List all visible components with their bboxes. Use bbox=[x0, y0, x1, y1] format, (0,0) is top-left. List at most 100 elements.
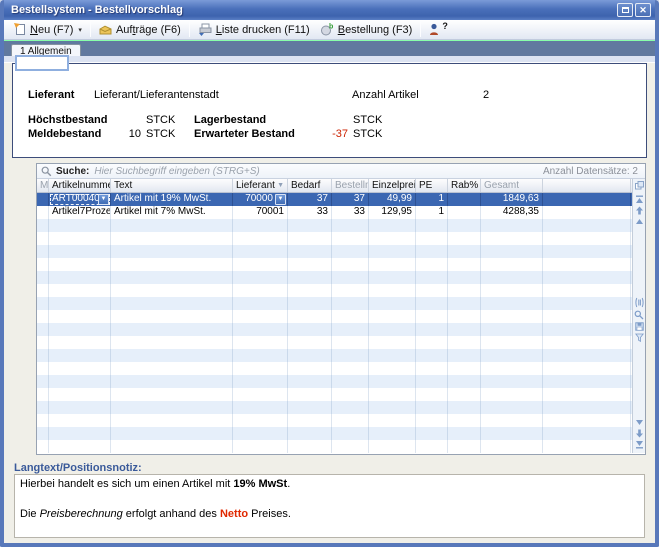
table-row-empty[interactable] bbox=[37, 401, 632, 414]
table-row-empty[interactable] bbox=[37, 323, 632, 336]
search-label: Suche: bbox=[56, 166, 89, 177]
cell-filler bbox=[543, 440, 631, 453]
cell-lieferant bbox=[233, 414, 288, 427]
column-header-text[interactable]: Text bbox=[111, 179, 233, 192]
langtext-box[interactable]: Hierbei handelt es sich um einen Artikel… bbox=[14, 474, 645, 538]
table-row-empty[interactable] bbox=[37, 284, 632, 297]
cell-gesamt bbox=[481, 362, 543, 375]
grid-columns-area: MArtikelnummerTextLieferant▼BedarfBestel… bbox=[37, 179, 632, 453]
export-icon[interactable] bbox=[635, 322, 644, 331]
filter-input[interactable] bbox=[15, 55, 69, 71]
cell-artikelnummer: Artikel7Prozent bbox=[49, 206, 111, 219]
column-header-gesamt[interactable]: Gesamt bbox=[481, 179, 543, 192]
cell-rab bbox=[448, 284, 481, 297]
cell-lieferant bbox=[233, 362, 288, 375]
cell-rab bbox=[448, 336, 481, 349]
column-header-m[interactable]: M bbox=[37, 179, 49, 192]
cell-rab bbox=[448, 219, 481, 232]
cell-pe bbox=[416, 245, 448, 258]
cell-artikelnummer bbox=[49, 336, 111, 349]
cell-filler bbox=[543, 427, 631, 440]
cell-pe: 1 bbox=[416, 206, 448, 219]
liste-drucken-button[interactable]: Liste drucken (F11) bbox=[193, 21, 315, 39]
grid-search-icon[interactable] bbox=[634, 310, 644, 320]
cell-m bbox=[37, 414, 49, 427]
dropdown-button[interactable]: ▼ bbox=[98, 194, 109, 205]
cell-m bbox=[37, 375, 49, 388]
table-row-empty[interactable] bbox=[37, 271, 632, 284]
cell-einzelpreis: 129,95 bbox=[369, 206, 416, 219]
scroll-down-icon[interactable] bbox=[635, 418, 644, 427]
cell-bestellmenge bbox=[332, 310, 369, 323]
meldebestand-value: 10 bbox=[65, 128, 141, 140]
table-row-empty[interactable] bbox=[37, 310, 632, 323]
table-row[interactable]: ART00040▼Artikel mit 19% MwSt.70000▼3737… bbox=[37, 193, 632, 206]
neu-label: Neu (F7) bbox=[30, 24, 73, 36]
table-row-empty[interactable] bbox=[37, 414, 632, 427]
erwarteter-bestand-label: Erwarteter Bestand bbox=[194, 128, 295, 140]
column-header-bedarf[interactable]: Bedarf bbox=[288, 179, 332, 192]
table-row-empty[interactable] bbox=[37, 219, 632, 232]
scroll-up-icon[interactable] bbox=[635, 217, 644, 226]
table-row-empty[interactable] bbox=[37, 232, 632, 245]
first-record-icon[interactable] bbox=[635, 195, 644, 204]
chevron-down-icon[interactable]: ▾ bbox=[78, 26, 82, 34]
table-row-empty[interactable] bbox=[37, 245, 632, 258]
auftraege-button[interactable]: Aufträge (F6) bbox=[94, 21, 186, 39]
cell-lieferant bbox=[233, 297, 288, 310]
cell-gesamt: 4288,35 bbox=[481, 206, 543, 219]
cell-gesamt bbox=[481, 440, 543, 453]
cell-text: Artikel mit 7% MwSt. bbox=[111, 206, 233, 219]
cell-filler bbox=[543, 375, 631, 388]
cell-artikelnummer bbox=[49, 258, 111, 271]
dropdown-button[interactable]: ▼ bbox=[275, 194, 286, 205]
table-row-empty[interactable] bbox=[37, 388, 632, 401]
cell-gesamt bbox=[481, 310, 543, 323]
cell-rab bbox=[448, 310, 481, 323]
help-button[interactable]: ? bbox=[424, 21, 455, 39]
cell-rab bbox=[448, 258, 481, 271]
last-record-icon[interactable] bbox=[635, 440, 644, 449]
lieferant-label: Lieferant bbox=[28, 89, 74, 101]
bestellung-label: Bestellung (F3) bbox=[338, 24, 413, 36]
cell-rab bbox=[448, 440, 481, 453]
anzahl-artikel-label: Anzahl Artikel bbox=[352, 89, 419, 101]
cell-einzelpreis bbox=[369, 284, 416, 297]
cell-rab bbox=[448, 297, 481, 310]
table-row-empty[interactable] bbox=[37, 336, 632, 349]
cell-pe bbox=[416, 232, 448, 245]
grid-side-toolbar bbox=[632, 179, 645, 453]
bestellung-button[interactable]: b Bestellung (F3) bbox=[315, 21, 418, 39]
search-bar[interactable]: Suche: Hier Suchbegriff eingeben (STRG+S… bbox=[37, 164, 645, 179]
cell-lieferant bbox=[233, 336, 288, 349]
neu-button[interactable]: Neu (F7) ▾ bbox=[9, 21, 87, 39]
move-up-icon[interactable] bbox=[635, 206, 644, 215]
table-row-empty[interactable] bbox=[37, 427, 632, 440]
cell-pe bbox=[416, 362, 448, 375]
table-row[interactable]: Artikel7ProzentArtikel mit 7% MwSt.70001… bbox=[37, 206, 632, 219]
column-header-einzelpreis[interactable]: Einzelpreis bbox=[369, 179, 416, 192]
table-row-empty[interactable] bbox=[37, 258, 632, 271]
cell-gesamt bbox=[481, 349, 543, 362]
cell-filler bbox=[543, 349, 631, 362]
fit-columns-icon[interactable] bbox=[635, 297, 644, 308]
column-header-filler[interactable] bbox=[543, 179, 631, 192]
column-chooser-icon[interactable] bbox=[635, 181, 644, 190]
table-row-empty[interactable] bbox=[37, 362, 632, 375]
cell-bestellmenge bbox=[332, 336, 369, 349]
column-header-lieferant[interactable]: Lieferant▼ bbox=[233, 179, 288, 192]
column-header-artikelnummer[interactable]: Artikelnummer bbox=[49, 179, 111, 192]
table-row-empty[interactable] bbox=[37, 375, 632, 388]
column-header-pe[interactable]: PE bbox=[416, 179, 448, 192]
filter-icon[interactable] bbox=[635, 333, 644, 342]
restore-button[interactable] bbox=[617, 3, 633, 17]
cell-lieferant bbox=[233, 375, 288, 388]
close-button[interactable]: ✕ bbox=[635, 3, 651, 17]
table-row-empty[interactable] bbox=[37, 349, 632, 362]
column-header-rab[interactable]: Rab% bbox=[448, 179, 481, 192]
move-down-icon[interactable] bbox=[635, 429, 644, 438]
table-row-empty[interactable] bbox=[37, 297, 632, 310]
table-row-empty[interactable] bbox=[37, 440, 632, 453]
cell-m bbox=[37, 362, 49, 375]
column-header-bestellmenge[interactable]: Bestellmenge bbox=[332, 179, 369, 192]
